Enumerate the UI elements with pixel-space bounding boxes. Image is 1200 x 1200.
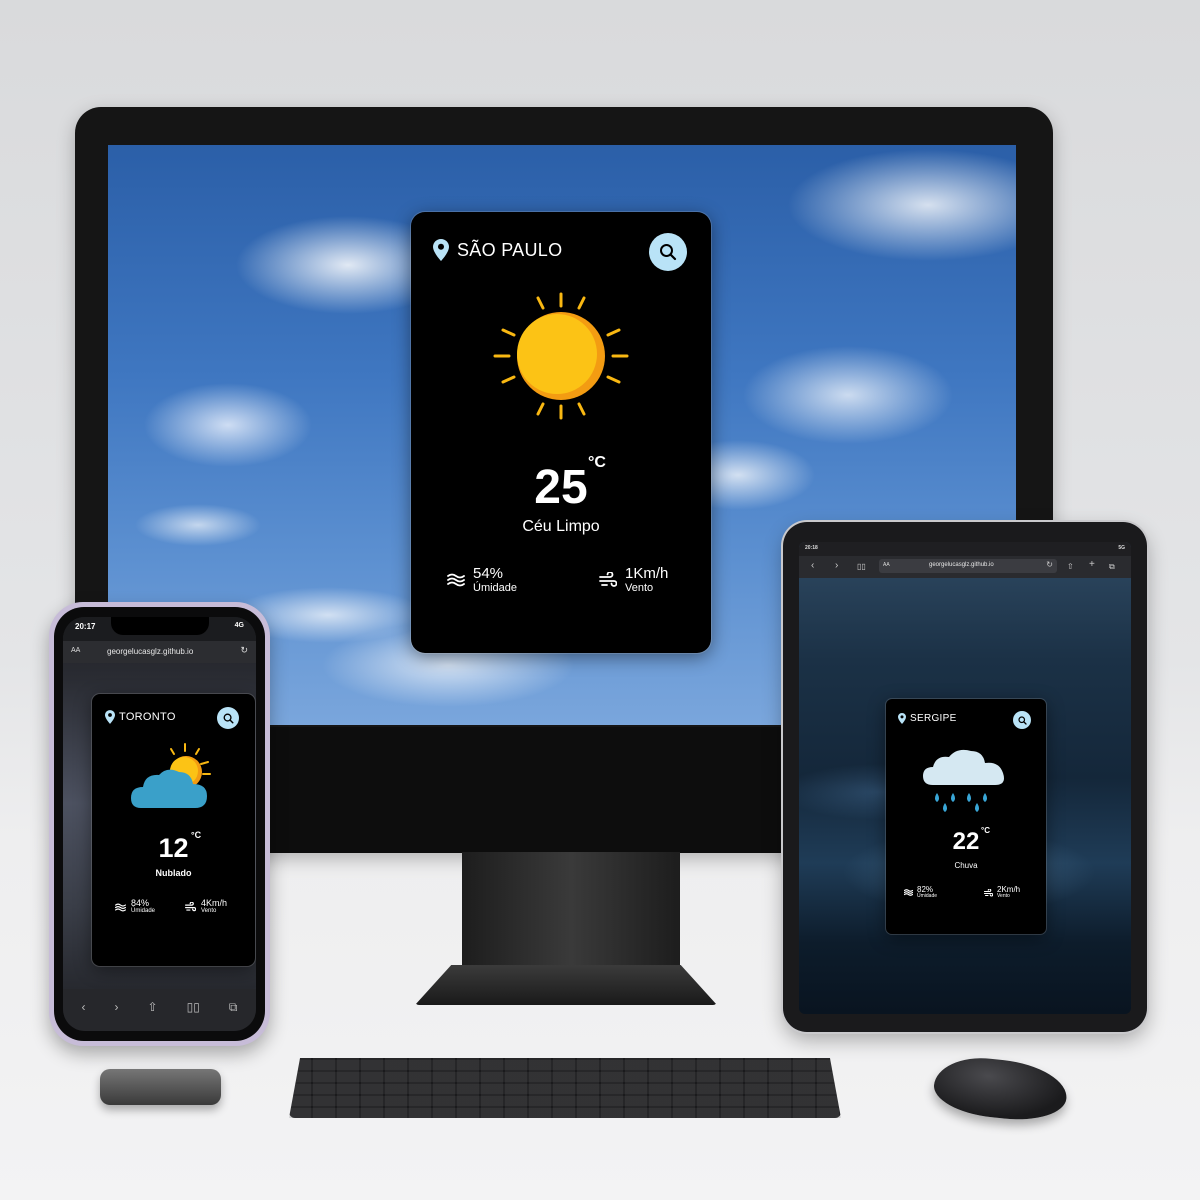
bookmarks-icon[interactable]: ▯▯	[857, 562, 866, 571]
share-icon[interactable]: ⇧	[1067, 562, 1074, 571]
sun-icon	[493, 292, 629, 420]
share-icon[interactable]: ⇧	[148, 1000, 158, 1014]
status-time: 20:18	[805, 545, 818, 551]
city-name: SÃO PAULO	[457, 239, 563, 260]
humidity-stat: 84% Úmidade	[115, 898, 156, 915]
phone-bezel: 20:17 4G AA georgelucasglz.github.io ↻ T…	[54, 607, 265, 1041]
search-icon	[1017, 715, 1027, 725]
city-row: TORONTO	[105, 710, 176, 724]
wind-stat: 1Km/h Vento	[599, 566, 668, 594]
browser-url-bar: ‹ › ▯▯ AA georgelucasglz.github.io ↻ ⇧ +…	[799, 556, 1131, 578]
phone-status-bar: 20:17 4G	[63, 617, 256, 641]
tabs-icon[interactable]: ⧉	[1109, 562, 1115, 572]
temperature: 25	[534, 461, 588, 514]
location-pin-icon	[105, 710, 115, 724]
humidity-label: Úmidade	[917, 893, 938, 900]
weather-card-phone: TORONTO 12 °C Nublado 84% Úmidade 4Km/h …	[92, 694, 255, 966]
weather-description: Chuva	[954, 861, 978, 870]
temperature: 12	[158, 833, 189, 863]
monitor-stand-base	[415, 965, 717, 1005]
keyboard	[289, 1058, 841, 1118]
rain-cloud-icon	[923, 749, 1004, 812]
temperature-unit: °C	[588, 454, 606, 471]
temperature-unit: °C	[981, 826, 990, 835]
humidity-label: Úmidade	[131, 908, 156, 915]
humidity-icon	[904, 889, 913, 897]
search-icon	[223, 713, 234, 724]
weather-card-desktop: SÃO PAULO 25 °C Céu Limpo 54% Úmidade 1K…	[411, 212, 711, 653]
humidity-stat: 82% Úmidade	[904, 885, 938, 900]
new-tab-icon[interactable]: +	[1089, 559, 1095, 570]
wind-label: Vento	[625, 581, 654, 594]
tablet-screen: 20:18 5G ‹ › ▯▯ AA georgelucasglz.github…	[799, 542, 1131, 1014]
search-button[interactable]	[649, 233, 687, 271]
browser-url-bar[interactable]: AA georgelucasglz.github.io ↻	[63, 641, 256, 663]
humidity-stat: 54% Úmidade	[447, 566, 517, 594]
browser-url[interactable]: georgelucasglz.github.io	[929, 562, 994, 568]
monitor-stand	[462, 852, 680, 972]
city-name: SERGIPE	[910, 713, 957, 724]
city-row: SERGIPE	[898, 713, 957, 724]
tablet-device: 20:18 5G ‹ › ▯▯ AA georgelucasglz.github…	[783, 522, 1147, 1032]
status-time: 20:17	[75, 622, 96, 631]
reload-icon[interactable]: ↻	[1046, 560, 1053, 569]
weather-description: Céu Limpo	[522, 518, 600, 535]
humidity-value: 54%	[473, 565, 504, 582]
wind-stat: 2Km/h Vento	[984, 885, 1020, 900]
reader-aa-button[interactable]: AA	[883, 562, 890, 568]
wind-value: 1Km/h	[625, 565, 669, 582]
wind-label: Vento	[997, 893, 1010, 900]
wind-label: Vento	[201, 908, 217, 915]
url-field[interactable]: AA georgelucasglz.github.io ↻	[879, 559, 1057, 573]
city-name: TORONTO	[119, 711, 176, 723]
city-row: SÃO PAULO	[433, 239, 562, 261]
browser-url[interactable]: georgelucasglz.github.io	[107, 647, 193, 656]
humidity-label: Úmidade	[473, 581, 518, 594]
search-icon	[660, 244, 677, 261]
reader-aa-button[interactable]: AA	[71, 647, 80, 654]
phone-device: 20:17 4G AA georgelucasglz.github.io ↻ T…	[49, 602, 270, 1046]
back-icon[interactable]: ‹	[82, 1000, 86, 1014]
temperature: 22	[952, 828, 980, 855]
phone-notch	[111, 617, 209, 635]
status-network: 4G	[234, 622, 244, 629]
forward-icon[interactable]: ›	[835, 560, 838, 571]
weather-card-tablet: SERGIPE 22 °C Chuva 82% Úmidade 2Km/h Ve…	[886, 699, 1046, 934]
back-icon[interactable]: ‹	[811, 560, 814, 571]
humidity-icon	[447, 573, 465, 587]
weather-description: Nublado	[155, 868, 192, 878]
search-button[interactable]	[1013, 711, 1031, 729]
trackpad	[100, 1069, 221, 1105]
location-pin-icon	[433, 239, 449, 261]
tabs-icon[interactable]: ⧉	[229, 1000, 238, 1015]
tablet-status-bar: 20:18 5G	[799, 542, 1131, 556]
browser-toolbar: ‹ › ⇧ ▯▯ ⧉	[63, 989, 256, 1031]
temperature-unit: °C	[191, 830, 202, 840]
phone-screen: 20:17 4G AA georgelucasglz.github.io ↻ T…	[63, 617, 256, 1031]
humidity-icon	[115, 903, 126, 911]
bookmarks-icon[interactable]: ▯▯	[187, 1000, 200, 1014]
wind-value: 4Km/h	[201, 898, 228, 908]
wind-icon	[599, 571, 617, 587]
wind-icon	[984, 888, 993, 897]
wind-icon	[185, 902, 196, 912]
location-pin-icon	[898, 713, 906, 724]
mouse	[931, 1053, 1070, 1125]
status-network: 5G	[1118, 545, 1125, 551]
forward-icon[interactable]: ›	[115, 1000, 119, 1014]
partly-cloudy-icon	[131, 743, 211, 808]
wind-stat: 4Km/h Vento	[185, 898, 228, 915]
reload-icon[interactable]: ↻	[240, 645, 248, 656]
search-button[interactable]	[217, 707, 239, 729]
